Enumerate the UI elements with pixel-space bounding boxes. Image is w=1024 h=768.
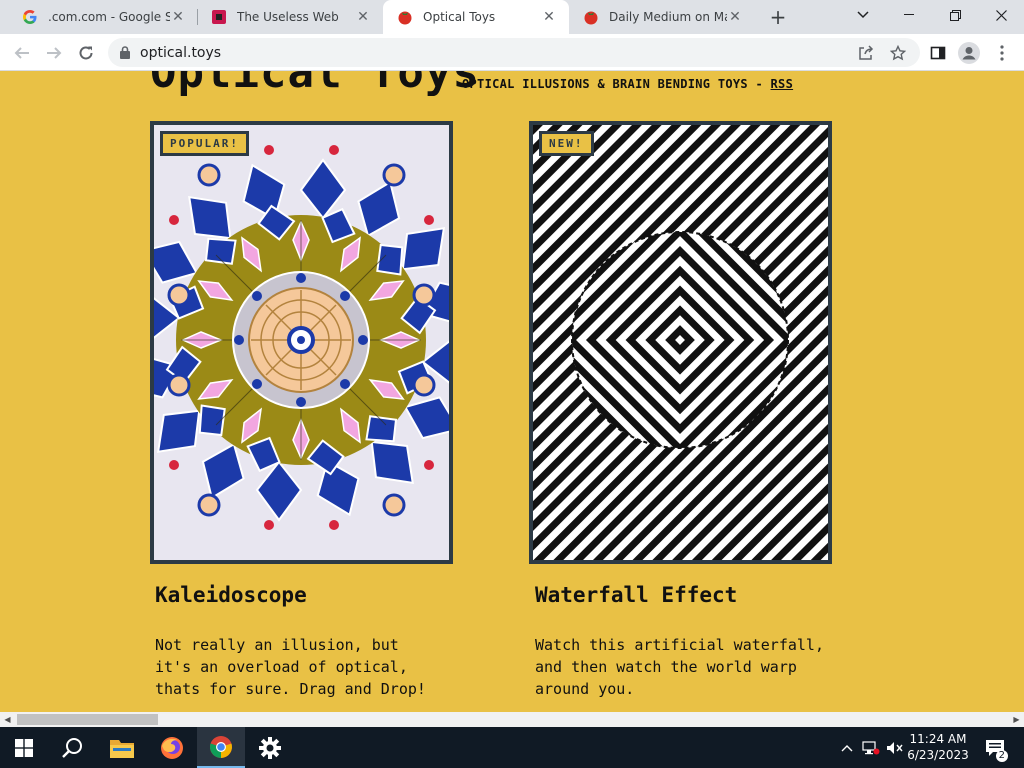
- tab-strip: .com.com - Google Sea ✕ The Useless Web …: [0, 0, 1024, 34]
- profile-avatar-icon[interactable]: [955, 39, 983, 67]
- share-icon[interactable]: [852, 39, 880, 67]
- site-title[interactable]: Optical Toys: [150, 71, 480, 98]
- popular-badge: POPULAR!: [160, 131, 249, 156]
- tab-daily-medium[interactable]: Daily Medium on Maze ✕: [569, 0, 755, 34]
- tab-optical-toys[interactable]: Optical Toys ✕: [383, 0, 569, 34]
- show-hidden-icons-chevron-icon[interactable]: [838, 727, 856, 768]
- minimize-button[interactable]: [886, 0, 932, 30]
- tomato-icon: [397, 9, 413, 25]
- address-bar[interactable]: optical.toys: [108, 38, 920, 67]
- kaleidoscope-card-image[interactable]: POPULAR!: [150, 121, 453, 564]
- restore-button[interactable]: [932, 0, 978, 30]
- notification-center-button[interactable]: 2: [980, 727, 1010, 768]
- kaleidoscope-title[interactable]: Kaleidoscope: [155, 583, 307, 607]
- tab-close-icon[interactable]: ✕: [170, 9, 186, 25]
- gear-icon: [259, 736, 281, 759]
- waterfall-title[interactable]: Waterfall Effect: [535, 583, 737, 607]
- firefox-button[interactable]: [148, 727, 196, 768]
- page-content: Optical Toys OPTICAL ILLUSIONS & BRAIN B…: [0, 71, 1024, 712]
- back-button[interactable]: [8, 39, 36, 67]
- clock-date: 6/23/2023: [907, 748, 969, 762]
- tab-title: Daily Medium on Maze: [609, 10, 727, 24]
- rss-link[interactable]: RSS: [771, 77, 794, 91]
- search-icon: [62, 737, 82, 758]
- tagline: OPTICAL ILLUSIONS & BRAIN BENDING TOYS -…: [462, 77, 793, 91]
- network-icon[interactable]: [860, 727, 882, 768]
- tab-close-icon[interactable]: ✕: [727, 9, 743, 25]
- taskbar-search-button[interactable]: [48, 727, 96, 768]
- scrollbar-thumb[interactable]: [17, 714, 158, 725]
- url-text: optical.toys: [140, 44, 222, 61]
- settings-button[interactable]: [246, 727, 294, 768]
- tab-useless-web[interactable]: The Useless Web ✕: [197, 0, 383, 34]
- forward-button[interactable]: [40, 39, 68, 67]
- useless-web-icon: [211, 9, 227, 25]
- bookmark-star-icon[interactable]: [884, 39, 912, 67]
- waterfall-stripe-pattern: [533, 125, 828, 560]
- system-clock[interactable]: 11:24 AM 6/23/2023: [900, 731, 976, 763]
- close-window-button[interactable]: [978, 0, 1024, 30]
- side-panel-icon[interactable]: [924, 39, 952, 67]
- waterfall-description: Watch this artificial waterfall, and the…: [535, 636, 824, 698]
- tagline-text: OPTICAL ILLUSIONS & BRAIN BENDING TOYS -: [462, 77, 771, 91]
- chrome-icon: [210, 735, 232, 758]
- tab-search-chevron-icon[interactable]: [840, 0, 886, 30]
- firefox-icon: [161, 736, 183, 759]
- lock-icon[interactable]: [120, 46, 130, 59]
- tomato-icon: [583, 9, 599, 25]
- start-button[interactable]: [0, 727, 48, 768]
- folder-icon: [110, 739, 134, 758]
- menu-kebab-icon[interactable]: [988, 39, 1016, 67]
- browser-toolbar: optical.toys: [0, 34, 1024, 71]
- kaleidoscope-pattern: [154, 125, 449, 560]
- tab-close-icon[interactable]: ✕: [355, 9, 371, 25]
- scroll-left-arrow-icon[interactable]: ◀: [0, 712, 15, 727]
- horizontal-scrollbar[interactable]: ◀ ▶: [0, 712, 1024, 727]
- tab-title: The Useless Web: [237, 10, 339, 24]
- tab-title: .com.com - Google Sea: [48, 10, 170, 24]
- chrome-button[interactable]: [197, 727, 245, 768]
- tab-title: Optical Toys: [423, 10, 496, 24]
- clock-time: 11:24 AM: [909, 732, 967, 746]
- kaleidoscope-description: Not really an illusion, but it's an over…: [155, 636, 426, 698]
- new-tab-button[interactable]: +: [766, 5, 790, 29]
- tab-close-icon[interactable]: ✕: [541, 9, 557, 25]
- reload-button[interactable]: [72, 39, 100, 67]
- windows-logo-icon: [15, 738, 33, 757]
- new-badge: NEW!: [539, 131, 594, 156]
- google-g-icon: [22, 9, 38, 25]
- scroll-right-arrow-icon[interactable]: ▶: [1009, 712, 1024, 727]
- windows-taskbar: 11:24 AM 6/23/2023 2: [0, 727, 1024, 768]
- tab-google-search[interactable]: .com.com - Google Sea ✕: [8, 0, 198, 34]
- file-explorer-button[interactable]: [98, 727, 146, 768]
- notification-count: 2: [995, 750, 1008, 762]
- waterfall-card-image[interactable]: NEW!: [529, 121, 832, 564]
